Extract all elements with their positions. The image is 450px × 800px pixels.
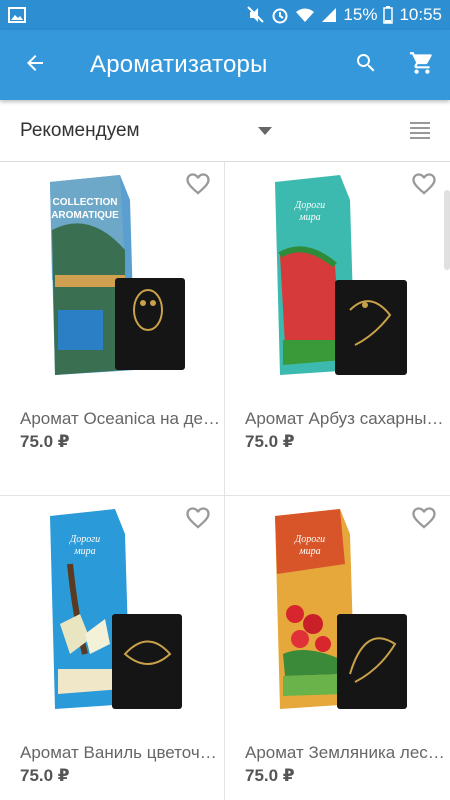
battery-icon (383, 6, 394, 24)
heart-outline-icon (184, 507, 212, 536)
product-name[interactable]: Аромат Oceanica на де… (20, 409, 220, 429)
product-image: Дороги мира (255, 170, 420, 385)
cart-button[interactable] (394, 30, 450, 100)
product-image: Дороги мира (255, 504, 420, 719)
product-price: 75.0 ₽ (20, 432, 70, 451)
page-title: Ароматизаторы (90, 51, 268, 78)
svg-text:мира: мира (73, 546, 95, 557)
battery-text: 15% (343, 5, 378, 24)
product-image: Дороги мира (30, 504, 195, 719)
arrow-back-icon (23, 51, 47, 80)
app-bar: Ароматизаторы (0, 30, 450, 100)
heart-outline-icon (184, 173, 212, 202)
wifi-icon (295, 7, 315, 23)
product-name[interactable]: Аромат Ваниль цветоч… (20, 743, 220, 763)
svg-text:Дороги: Дороги (294, 200, 325, 211)
product-price: 75.0 ₽ (20, 766, 70, 785)
sort-select[interactable]: Рекомендуем (0, 120, 250, 142)
alarm-icon (271, 6, 289, 24)
product-name[interactable]: Аромат Земляника лес… (245, 743, 445, 763)
list-view-icon[interactable] (410, 120, 430, 145)
favorite-button[interactable] (184, 506, 212, 537)
heart-outline-icon (410, 173, 438, 202)
product-image: COLLECTION AROMATIQUE (30, 170, 195, 385)
product-price: 75.0 ₽ (245, 766, 295, 785)
dropdown-arrow-icon[interactable] (250, 126, 280, 135)
product-grid: COLLECTION AROMATIQUE Аромат Oceanica на… (0, 162, 450, 800)
mute-icon (247, 6, 265, 24)
search-icon (354, 51, 378, 80)
product-card[interactable]: Дороги мира Аромат Арбуз сахарны… 75.0 ₽ (225, 162, 450, 495)
signal-icon (321, 7, 337, 23)
svg-text:AROMATIQUE: AROMATIQUE (51, 210, 119, 221)
status-bar: 15% 10:55 (0, 0, 450, 30)
heart-outline-icon (410, 507, 438, 536)
product-card[interactable]: Дороги мира Аромат Ваниль цветоч… 75.0 ₽ (0, 496, 224, 800)
product-card[interactable]: Дороги мира Аромат Земляника лес… 75.0 ₽ (225, 496, 450, 800)
clock-time: 10:55 (399, 5, 442, 24)
favorite-button[interactable] (410, 506, 438, 537)
image-icon (8, 7, 26, 23)
svg-text:мира: мира (298, 212, 320, 223)
product-price: 75.0 ₽ (245, 432, 295, 451)
product-name[interactable]: Аромат Арбуз сахарны… (245, 409, 445, 429)
svg-text:Дороги: Дороги (294, 534, 325, 545)
scrollbar[interactable] (444, 190, 450, 270)
svg-text:Дороги: Дороги (69, 534, 100, 545)
svg-text:мира: мира (298, 546, 320, 557)
favorite-button[interactable] (410, 172, 438, 203)
sort-bar: Рекомендуем (0, 100, 450, 162)
cart-icon (409, 50, 435, 81)
search-button[interactable] (338, 30, 394, 100)
svg-text:COLLECTION: COLLECTION (53, 197, 118, 208)
favorite-button[interactable] (184, 172, 212, 203)
back-button[interactable] (0, 30, 70, 100)
product-card[interactable]: COLLECTION AROMATIQUE Аромат Oceanica на… (0, 162, 224, 495)
